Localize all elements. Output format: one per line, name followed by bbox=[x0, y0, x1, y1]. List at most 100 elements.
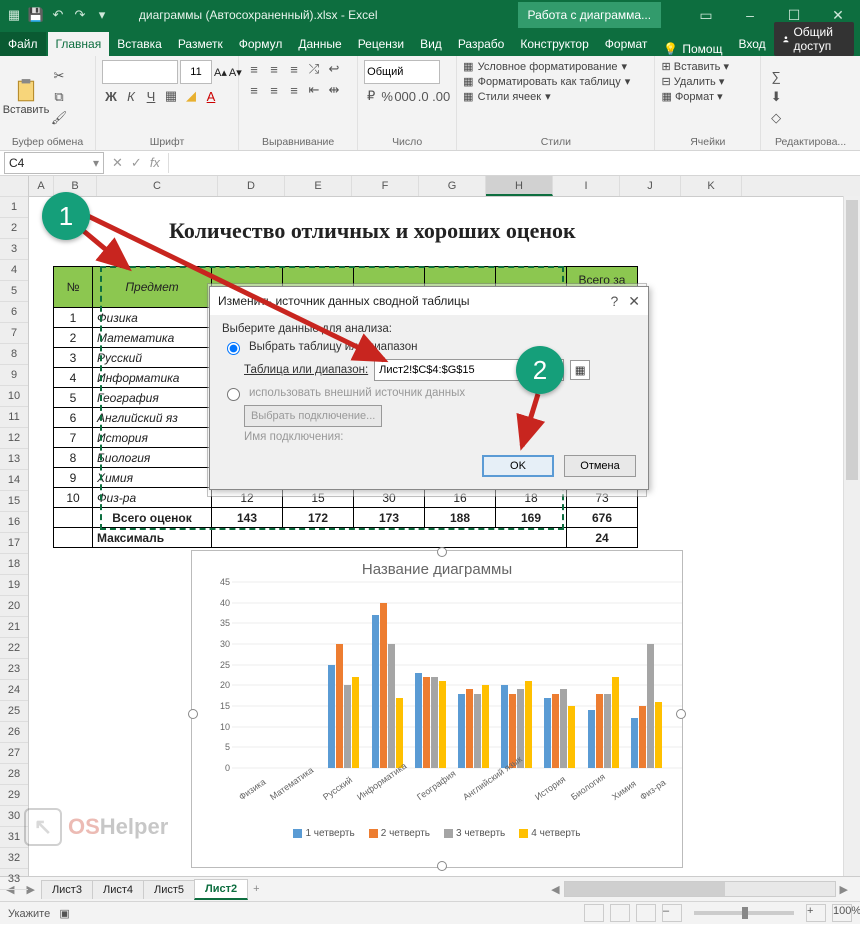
zoom-slider[interactable] bbox=[694, 911, 794, 915]
border-icon[interactable]: ▦ bbox=[162, 87, 180, 105]
format-as-table-button[interactable]: ▦ Форматировать как таблицу ▾ bbox=[463, 75, 630, 88]
view-normal-icon[interactable] bbox=[584, 904, 604, 922]
tell-me[interactable]: 💡 Помощ bbox=[655, 42, 730, 56]
zoom-level[interactable]: 100% bbox=[832, 904, 852, 922]
cancel-formula-icon[interactable]: ✕ bbox=[112, 155, 123, 171]
tab-insert[interactable]: Вставка bbox=[109, 32, 170, 56]
format-cells-button[interactable]: ▦ Формат ▾ bbox=[661, 90, 729, 103]
column-headers[interactable]: ABCDEFGHIJK bbox=[29, 176, 860, 197]
chart-x-labels: ФизикаМатематикаРусскийИнформатикаГеогра… bbox=[236, 788, 668, 798]
name-box[interactable]: C4▾ bbox=[4, 152, 104, 174]
row-headers[interactable]: 1234567891011121314151617181920212223242… bbox=[0, 176, 29, 876]
dialog-help-icon[interactable]: ? bbox=[610, 293, 618, 310]
tab-layout[interactable]: Разметк bbox=[170, 32, 231, 56]
worksheet[interactable]: 1234567891011121314151617181920212223242… bbox=[0, 176, 860, 876]
group-align-label: Выравнивание bbox=[245, 134, 351, 148]
chart-title[interactable]: Название диаграммы bbox=[192, 551, 682, 582]
tab-developer[interactable]: Разрабо bbox=[450, 32, 513, 56]
delete-cells-button[interactable]: ⊟ Удалить ▾ bbox=[661, 75, 729, 88]
group-font-label: Шрифт bbox=[102, 134, 232, 148]
cancel-button[interactable]: Отмена bbox=[564, 455, 636, 477]
cell-styles-button[interactable]: ▦ Стили ячеек ▾ bbox=[463, 90, 630, 103]
minimize-icon[interactable]: – bbox=[728, 0, 772, 30]
tab-chart-format[interactable]: Формат bbox=[597, 32, 656, 56]
radio-external-source[interactable] bbox=[227, 388, 240, 401]
ribbon-options-icon[interactable]: ▭ bbox=[684, 0, 728, 30]
range-picker-icon[interactable]: ▦ bbox=[570, 360, 590, 380]
macro-record-icon[interactable]: ▣ bbox=[59, 908, 69, 920]
tab-review[interactable]: Рецензи bbox=[350, 32, 412, 56]
align-top-icon[interactable]: ≡ bbox=[245, 60, 263, 78]
embedded-chart[interactable]: Название диаграммы 051015202530354045 Фи… bbox=[191, 550, 683, 868]
fx-icon[interactable]: fx bbox=[150, 155, 160, 171]
sheet-tab[interactable]: Лист4 bbox=[92, 880, 144, 899]
view-layout-icon[interactable] bbox=[610, 904, 630, 922]
save-icon[interactable]: 💾 bbox=[28, 7, 44, 23]
comma-icon[interactable]: 000 bbox=[396, 87, 414, 105]
new-sheet-icon[interactable]: + bbox=[247, 883, 265, 895]
conditional-formatting-button[interactable]: ▦ Условное форматирование ▾ bbox=[463, 60, 630, 73]
font-color-icon[interactable]: А bbox=[202, 87, 220, 105]
enter-formula-icon[interactable]: ✓ bbox=[131, 155, 142, 171]
autosum-icon[interactable]: ∑ bbox=[767, 67, 785, 85]
font-name-input[interactable] bbox=[102, 60, 178, 84]
cut-icon[interactable]: ✂ bbox=[50, 67, 68, 85]
ok-button[interactable]: OK bbox=[482, 455, 554, 477]
group-cells-label: Ячейки bbox=[661, 134, 754, 148]
tab-view[interactable]: Вид bbox=[412, 32, 450, 56]
clear-icon[interactable]: ◇ bbox=[767, 109, 785, 127]
currency-icon[interactable]: ₽ bbox=[364, 87, 378, 105]
quick-access-toolbar: ▦ 💾 ↶ ↷ ▾ bbox=[0, 7, 116, 23]
qat-more-icon[interactable]: ▾ bbox=[94, 7, 110, 23]
sheet-tab[interactable]: Лист3 bbox=[41, 880, 93, 899]
font-size-input[interactable] bbox=[180, 60, 212, 84]
insert-cells-button[interactable]: ⊞ Вставить ▾ bbox=[661, 60, 729, 73]
share-button[interactable]: Общий доступ bbox=[774, 22, 854, 56]
view-break-icon[interactable] bbox=[636, 904, 656, 922]
undo-icon[interactable]: ↶ bbox=[50, 7, 66, 23]
wrap-icon[interactable]: ↩ bbox=[325, 60, 343, 78]
format-painter-icon[interactable]: 🖌 bbox=[50, 109, 68, 127]
watermark: ↖ OSHelper bbox=[24, 808, 168, 846]
merge-icon[interactable]: ⇹ bbox=[325, 81, 343, 99]
zoom-out-icon[interactable]: – bbox=[662, 904, 682, 922]
dec-dec-icon[interactable]: .00 bbox=[432, 87, 450, 105]
indent-dec-icon[interactable]: ⇤ bbox=[305, 81, 323, 99]
dialog-close-icon[interactable]: ✕ bbox=[628, 293, 640, 310]
number-format-input[interactable] bbox=[364, 60, 440, 84]
orientation-icon[interactable]: ⤮ bbox=[305, 60, 323, 78]
increase-font-icon[interactable]: A▴ bbox=[214, 66, 227, 79]
vertical-scrollbar[interactable] bbox=[843, 196, 860, 876]
tab-data[interactable]: Данные bbox=[290, 32, 349, 56]
group-editing-label: Редактирова... bbox=[767, 134, 854, 148]
paste-button[interactable]: Вставить bbox=[6, 60, 46, 134]
redo-icon[interactable]: ↷ bbox=[72, 7, 88, 23]
bold-icon[interactable]: Ж bbox=[102, 87, 120, 105]
percent-icon[interactable]: % bbox=[380, 87, 394, 105]
align-bot-icon[interactable]: ≡ bbox=[285, 60, 303, 78]
sheet-tab[interactable]: Лист5 bbox=[143, 880, 195, 899]
copy-icon[interactable]: ⧉ bbox=[50, 88, 68, 106]
chart-tools-context-tab[interactable]: Работа с диаграмма... bbox=[518, 2, 662, 28]
tab-chart-design[interactable]: Конструктор bbox=[512, 32, 596, 56]
tab-formulas[interactable]: Формул bbox=[231, 32, 291, 56]
tab-home[interactable]: Главная bbox=[48, 32, 110, 56]
callout-1: 1 bbox=[42, 192, 90, 240]
italic-icon[interactable]: К bbox=[122, 87, 140, 105]
tab-file[interactable]: Файл bbox=[0, 32, 46, 56]
fill-icon[interactable]: ⬇ bbox=[767, 88, 785, 106]
fill-color-icon[interactable]: ◢ bbox=[182, 87, 200, 105]
align-mid-icon[interactable]: ≡ bbox=[265, 60, 283, 78]
align-right-icon[interactable]: ≡ bbox=[285, 81, 303, 99]
sign-in[interactable]: Вход bbox=[730, 32, 773, 56]
horizontal-scrollbar[interactable]: ◀▶ bbox=[266, 881, 860, 897]
zoom-in-icon[interactable]: + bbox=[806, 904, 826, 922]
inc-dec-icon[interactable]: .0 bbox=[416, 87, 430, 105]
align-left-icon[interactable]: ≡ bbox=[245, 81, 263, 99]
chart-y-axis: 051015202530354045 bbox=[206, 582, 232, 768]
connection-name-label: Имя подключения: bbox=[244, 431, 344, 443]
formula-input[interactable] bbox=[168, 153, 860, 173]
align-center-icon[interactable]: ≡ bbox=[265, 81, 283, 99]
underline-icon[interactable]: Ч bbox=[142, 87, 160, 105]
sheet-tab-active[interactable]: Лист2 bbox=[194, 879, 248, 900]
